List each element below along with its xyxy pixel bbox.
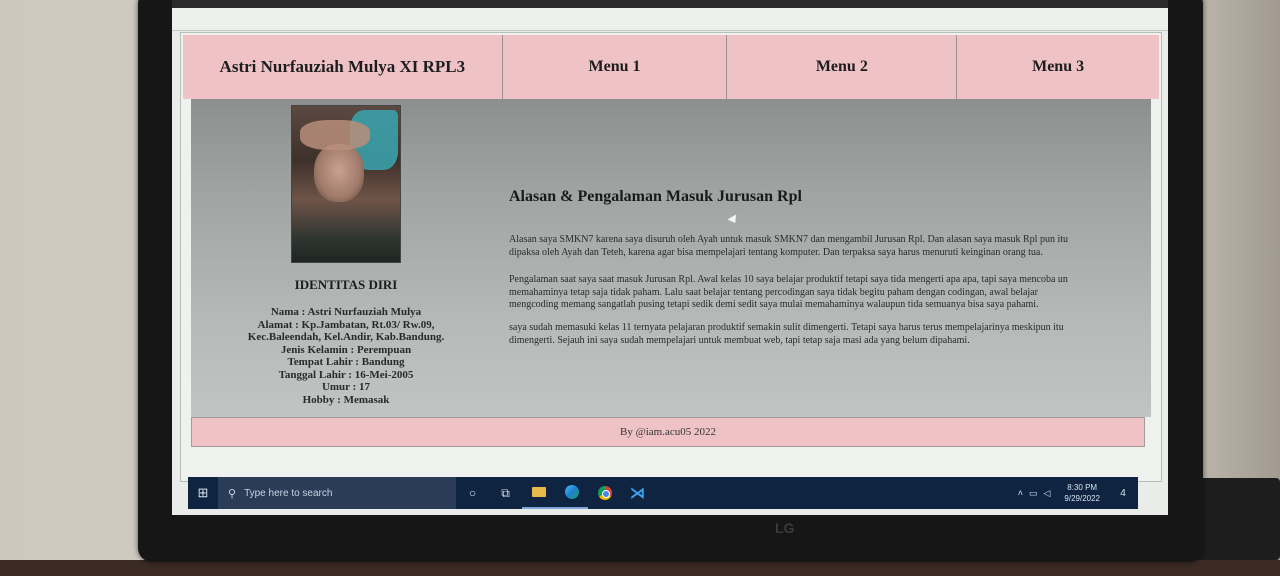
chrome-browser-icon[interactable] (588, 477, 621, 509)
nav-menu-2[interactable]: Menu 2 (727, 35, 958, 99)
windows-start-icon[interactable]: ⊞ (188, 477, 218, 509)
search-placeholder: Type here to search (244, 487, 333, 499)
webpage: Astri Nurfauziah Mulya XI RPL3 Menu 1 Me… (180, 32, 1162, 482)
cortana-icon[interactable]: ○ (456, 477, 489, 509)
clock-time: 8:30 PM (1067, 483, 1098, 492)
notification-center-icon[interactable]: 4 (1114, 477, 1138, 509)
main-article: Alasan & Pengalaman Masuk Jurusan Rpl Al… (501, 99, 1151, 417)
windows-taskbar: ⊞ ⚲ Type here to search ○ ⧉ ⋊ ˄ ▭ ◁ 8:30… (188, 477, 1138, 509)
photo-hand (300, 120, 370, 150)
chevron-up-icon[interactable]: ˄ (1018, 488, 1023, 498)
identity-line: Jenis Kelamin : Perempuan (280, 343, 412, 356)
file-explorer-icon[interactable] (522, 477, 555, 509)
identity-line: Alamat : Kp.Jambatan, Rt.03/ Rw.09, (257, 318, 435, 331)
task-view-icon[interactable]: ⧉ (489, 477, 522, 509)
vscode-glyph: ⋊ (630, 485, 645, 502)
nav-menu-1[interactable]: Menu 1 (502, 35, 728, 99)
identity-line: Nama : Astri Nurfauziah Mulya (270, 306, 422, 318)
desk-surface (0, 560, 1280, 576)
volume-icon[interactable]: ◁ (1043, 488, 1050, 499)
notification-count: 4 (1120, 487, 1126, 499)
taskbar-search-box[interactable]: ⚲ Type here to search (218, 477, 456, 509)
site-title: Astri Nurfauziah Mulya XI RPL3 (183, 35, 503, 99)
photo-face (314, 144, 364, 202)
taskbar-clock[interactable]: 8:30 PM 9/29/2022 (1064, 482, 1106, 504)
identity-line: Hobby : Memasak (302, 393, 390, 406)
search-icon: ⚲ (228, 487, 237, 500)
monitor-brand-logo: LG (775, 520, 795, 536)
article-paragraph: Alasan saya SMKN7 karena saya disuruh ol… (509, 234, 1068, 258)
sidebar: IDENTITAS DIRI Nama : Astri Nurfauziah M… (191, 99, 501, 417)
article-title: Alasan & Pengalaman Masuk Jurusan Rpl (509, 188, 802, 205)
site-header: Astri Nurfauziah Mulya XI RPL3 Menu 1 Me… (183, 35, 1159, 99)
identity-info: Nama : Astri Nurfauziah Mulya Alamat : K… (191, 306, 501, 406)
browser-title-bar (172, 0, 1168, 8)
screen: Astri Nurfauziah Mulya XI RPL3 Menu 1 Me… (172, 0, 1168, 515)
edge-browser-icon[interactable] (555, 477, 588, 509)
article-paragraph: Pengalaman saat saya saat masuk Jurusan … (509, 274, 1068, 310)
article-paragraph: saya sudah memasuki kelas 11 ternyata pe… (509, 322, 1064, 346)
nav-menu-3[interactable]: Menu 3 (957, 35, 1159, 99)
network-icon[interactable]: ▭ (1029, 488, 1038, 499)
browser-toolbar (172, 8, 1168, 31)
system-tray: ˄ ▭ ◁ 8:30 PM 9/29/2022 4 (1018, 477, 1138, 509)
identity-line: Umur : 17 (321, 381, 371, 393)
identity-line: Tempat Lahir : Bandung (287, 356, 405, 368)
profile-photo (291, 105, 401, 263)
site-footer: By @iam.acu05 2022 (191, 417, 1145, 447)
content-area: IDENTITAS DIRI Nama : Astri Nurfauziah M… (191, 99, 1151, 417)
folder-glyph (531, 487, 546, 497)
vscode-icon[interactable]: ⋊ (621, 477, 654, 509)
edge-glyph (564, 485, 579, 499)
clock-date: 9/29/2022 (1064, 494, 1100, 503)
identity-heading: IDENTITAS DIRI (294, 277, 398, 292)
identity-line: Kec.Baleendah, Kel.Andir, Kab.Bandung. (247, 331, 445, 343)
identity-line: Tanggal Lahir : 16-Mei-2005 (278, 368, 414, 381)
chrome-glyph (597, 486, 612, 500)
